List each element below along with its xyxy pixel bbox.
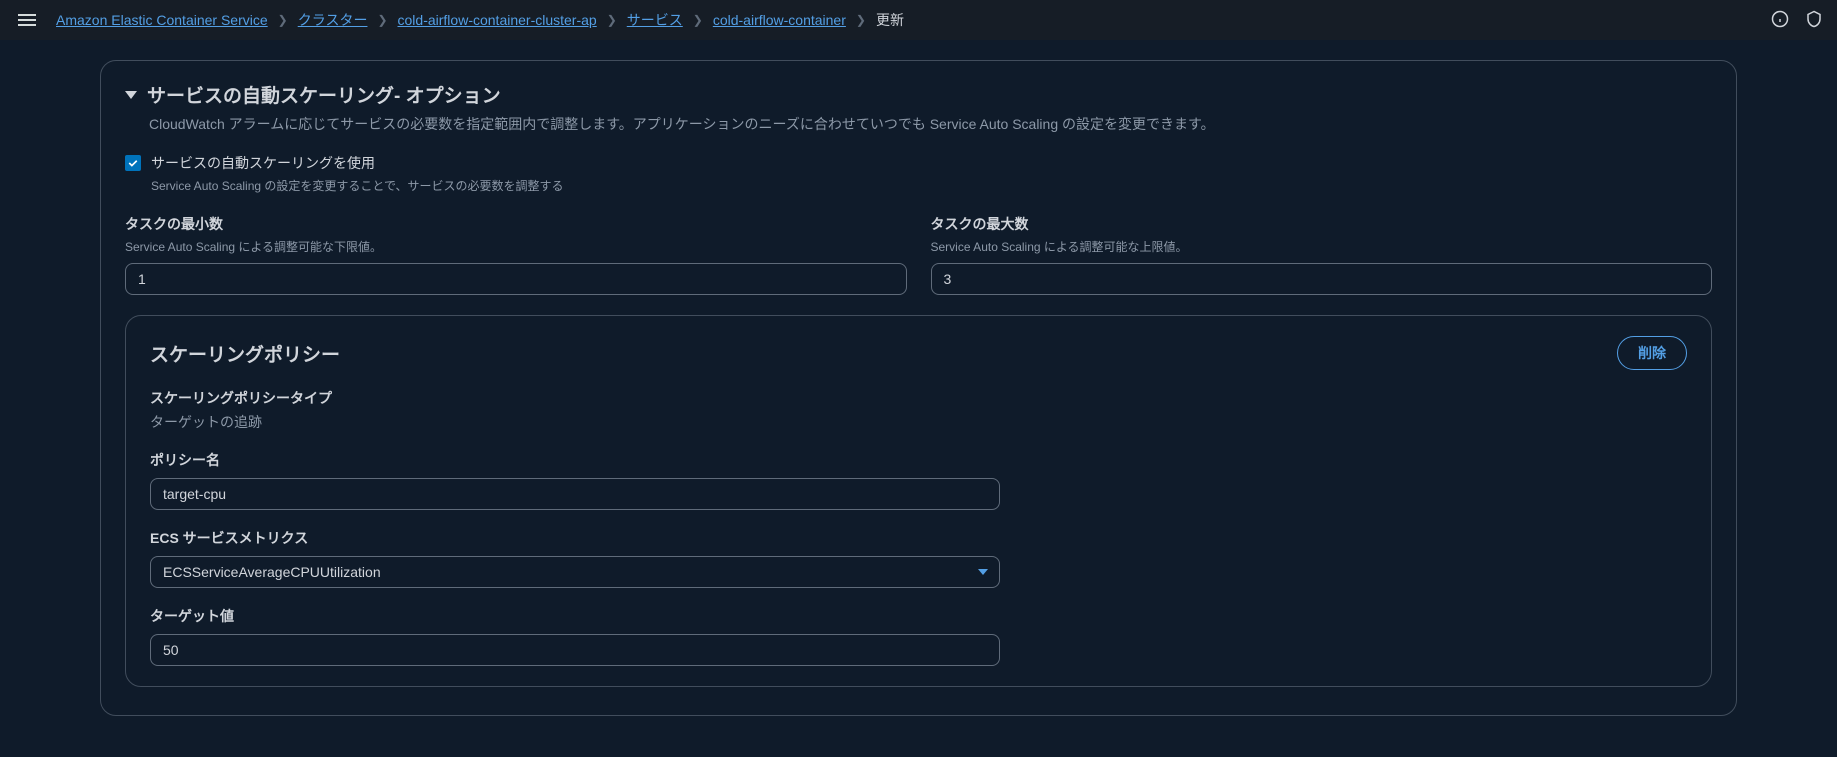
target-value-field: ターゲット値: [150, 606, 1000, 666]
section-header: サービスの自動スケーリング- オプション: [125, 81, 1712, 108]
use-autoscaling-row: サービスの自動スケーリングを使用 Service Auto Scaling の設…: [125, 153, 1712, 194]
min-tasks-hint: Service Auto Scaling による調整可能な下限値。: [125, 238, 907, 255]
metric-label: ECS サービスメトリクス: [150, 528, 1000, 548]
policy-name-label: ポリシー名: [150, 450, 1000, 470]
policy-type-field: スケーリングポリシータイプ ターゲットの追跡: [150, 388, 1687, 432]
min-tasks-label: タスクの最小数: [125, 214, 907, 234]
chevron-right-icon: ❯: [278, 13, 288, 27]
policy-type-value: ターゲットの追跡: [150, 412, 1687, 432]
policy-name-field: ポリシー名: [150, 450, 1000, 510]
section-description: CloudWatch アラームに応じてサービスの必要数を指定範囲内で調整します。…: [149, 114, 1712, 135]
collapse-icon[interactable]: [125, 91, 137, 99]
section-title: サービスの自動スケーリング- オプション: [147, 81, 501, 108]
use-autoscaling-hint: Service Auto Scaling の設定を変更することで、サービスの必要…: [151, 177, 564, 194]
policy-header: スケーリングポリシー 削除: [150, 336, 1687, 370]
breadcrumb: Amazon Elastic Container Service ❯ クラスター…: [56, 10, 904, 30]
check-icon: [127, 157, 139, 169]
use-autoscaling-label: サービスの自動スケーリングを使用: [151, 153, 564, 173]
max-tasks-input[interactable]: [931, 263, 1713, 295]
target-value-input[interactable]: [150, 634, 1000, 666]
max-tasks-label: タスクの最大数: [931, 214, 1713, 234]
breadcrumb-cluster-name[interactable]: cold-airflow-container-cluster-ap: [398, 12, 597, 28]
breadcrumb-ecs[interactable]: Amazon Elastic Container Service: [56, 12, 268, 28]
use-autoscaling-checkbox[interactable]: [125, 155, 141, 171]
policy-name-input[interactable]: [150, 478, 1000, 510]
chevron-right-icon: ❯: [856, 13, 866, 27]
breadcrumb-services[interactable]: サービス: [627, 10, 683, 30]
metric-field: ECS サービスメトリクス: [150, 528, 1000, 588]
breadcrumb-clusters[interactable]: クラスター: [298, 10, 368, 30]
metric-select[interactable]: [150, 556, 1000, 588]
chevron-right-icon: ❯: [377, 13, 387, 27]
delete-button[interactable]: 削除: [1617, 336, 1687, 370]
breadcrumb-service-name[interactable]: cold-airflow-container: [713, 12, 846, 28]
scaling-policy-panel: スケーリングポリシー 削除 スケーリングポリシータイプ ターゲットの追跡 ポリシ…: [125, 315, 1712, 687]
main-content: サービスの自動スケーリング- オプション CloudWatch アラームに応じて…: [0, 40, 1837, 736]
min-tasks-input[interactable]: [125, 263, 907, 295]
menu-icon[interactable]: [14, 10, 40, 30]
min-tasks-field: タスクの最小数 Service Auto Scaling による調整可能な下限値…: [125, 214, 907, 295]
shield-icon[interactable]: [1805, 10, 1823, 31]
section-title-main: サービスの自動スケーリング: [147, 86, 394, 107]
max-tasks-field: タスクの最大数 Service Auto Scaling による調整可能な上限値…: [931, 214, 1713, 295]
topbar-right: [1771, 10, 1823, 31]
breadcrumb-current: 更新: [876, 10, 904, 30]
target-value-label: ターゲット値: [150, 606, 1000, 626]
topbar: Amazon Elastic Container Service ❯ クラスター…: [0, 0, 1837, 40]
task-limits-row: タスクの最小数 Service Auto Scaling による調整可能な下限値…: [125, 214, 1712, 295]
max-tasks-hint: Service Auto Scaling による調整可能な上限値。: [931, 238, 1713, 255]
chevron-right-icon: ❯: [607, 13, 617, 27]
autoscaling-panel: サービスの自動スケーリング- オプション CloudWatch アラームに応じて…: [100, 60, 1737, 716]
chevron-right-icon: ❯: [693, 13, 703, 27]
topbar-left: Amazon Elastic Container Service ❯ クラスター…: [14, 10, 904, 30]
policy-type-label: スケーリングポリシータイプ: [150, 388, 1687, 408]
info-icon[interactable]: [1771, 10, 1789, 31]
section-title-suffix: - オプション: [394, 86, 501, 107]
policy-title: スケーリングポリシー: [150, 340, 340, 367]
